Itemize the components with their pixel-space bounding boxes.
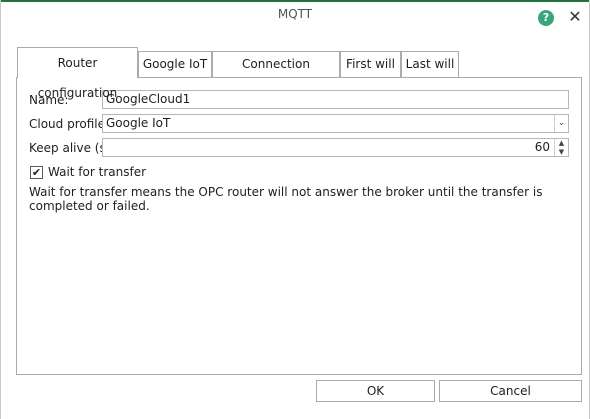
close-icon[interactable]: ✕ (567, 9, 583, 25)
mqtt-dialog: MQTT ? ✕ Router configuration Google IoT… (0, 0, 590, 419)
wait-for-transfer-label[interactable]: Wait for transfer (48, 165, 146, 179)
cancel-button[interactable]: Cancel (439, 380, 582, 402)
spin-down-icon[interactable]: ▼ (555, 148, 568, 156)
tab-router-configuration[interactable]: Router configuration (17, 47, 138, 100)
wait-for-transfer-checkbox[interactable]: ✔ (30, 166, 43, 179)
spin-buttons: ▲ ▼ (554, 139, 568, 156)
tab-google-iot[interactable]: Google IoT (138, 51, 212, 77)
keep-alive-value: 60 (534, 140, 550, 154)
help-icon[interactable]: ? (538, 10, 554, 26)
chevron-down-icon[interactable]: ⌄ (554, 115, 568, 132)
tab-first-will[interactable]: First will (340, 51, 401, 77)
cloud-profile-label: Cloud profile: (29, 117, 110, 131)
spin-up-icon[interactable]: ▲ (555, 139, 568, 147)
name-input[interactable]: GoogleCloud1 (102, 90, 569, 109)
cloud-profile-select[interactable]: Google IoT ⌄ (102, 114, 569, 133)
window-title: MQTT (277, 7, 313, 21)
window-accent-bar (1, 0, 589, 2)
keep-alive-stepper[interactable]: 60 ▲ ▼ (102, 138, 569, 157)
tab-connection-properties[interactable]: Connection properties (212, 51, 340, 96)
router-configuration-panel: Name: GoogleCloud1 Cloud profile: Google… (16, 77, 582, 375)
tab-last-will[interactable]: Last will (401, 51, 459, 77)
ok-button[interactable]: OK (316, 380, 435, 402)
cloud-profile-value: Google IoT (106, 116, 171, 130)
wait-for-transfer-hint: Wait for transfer means the OPC router w… (29, 185, 543, 213)
